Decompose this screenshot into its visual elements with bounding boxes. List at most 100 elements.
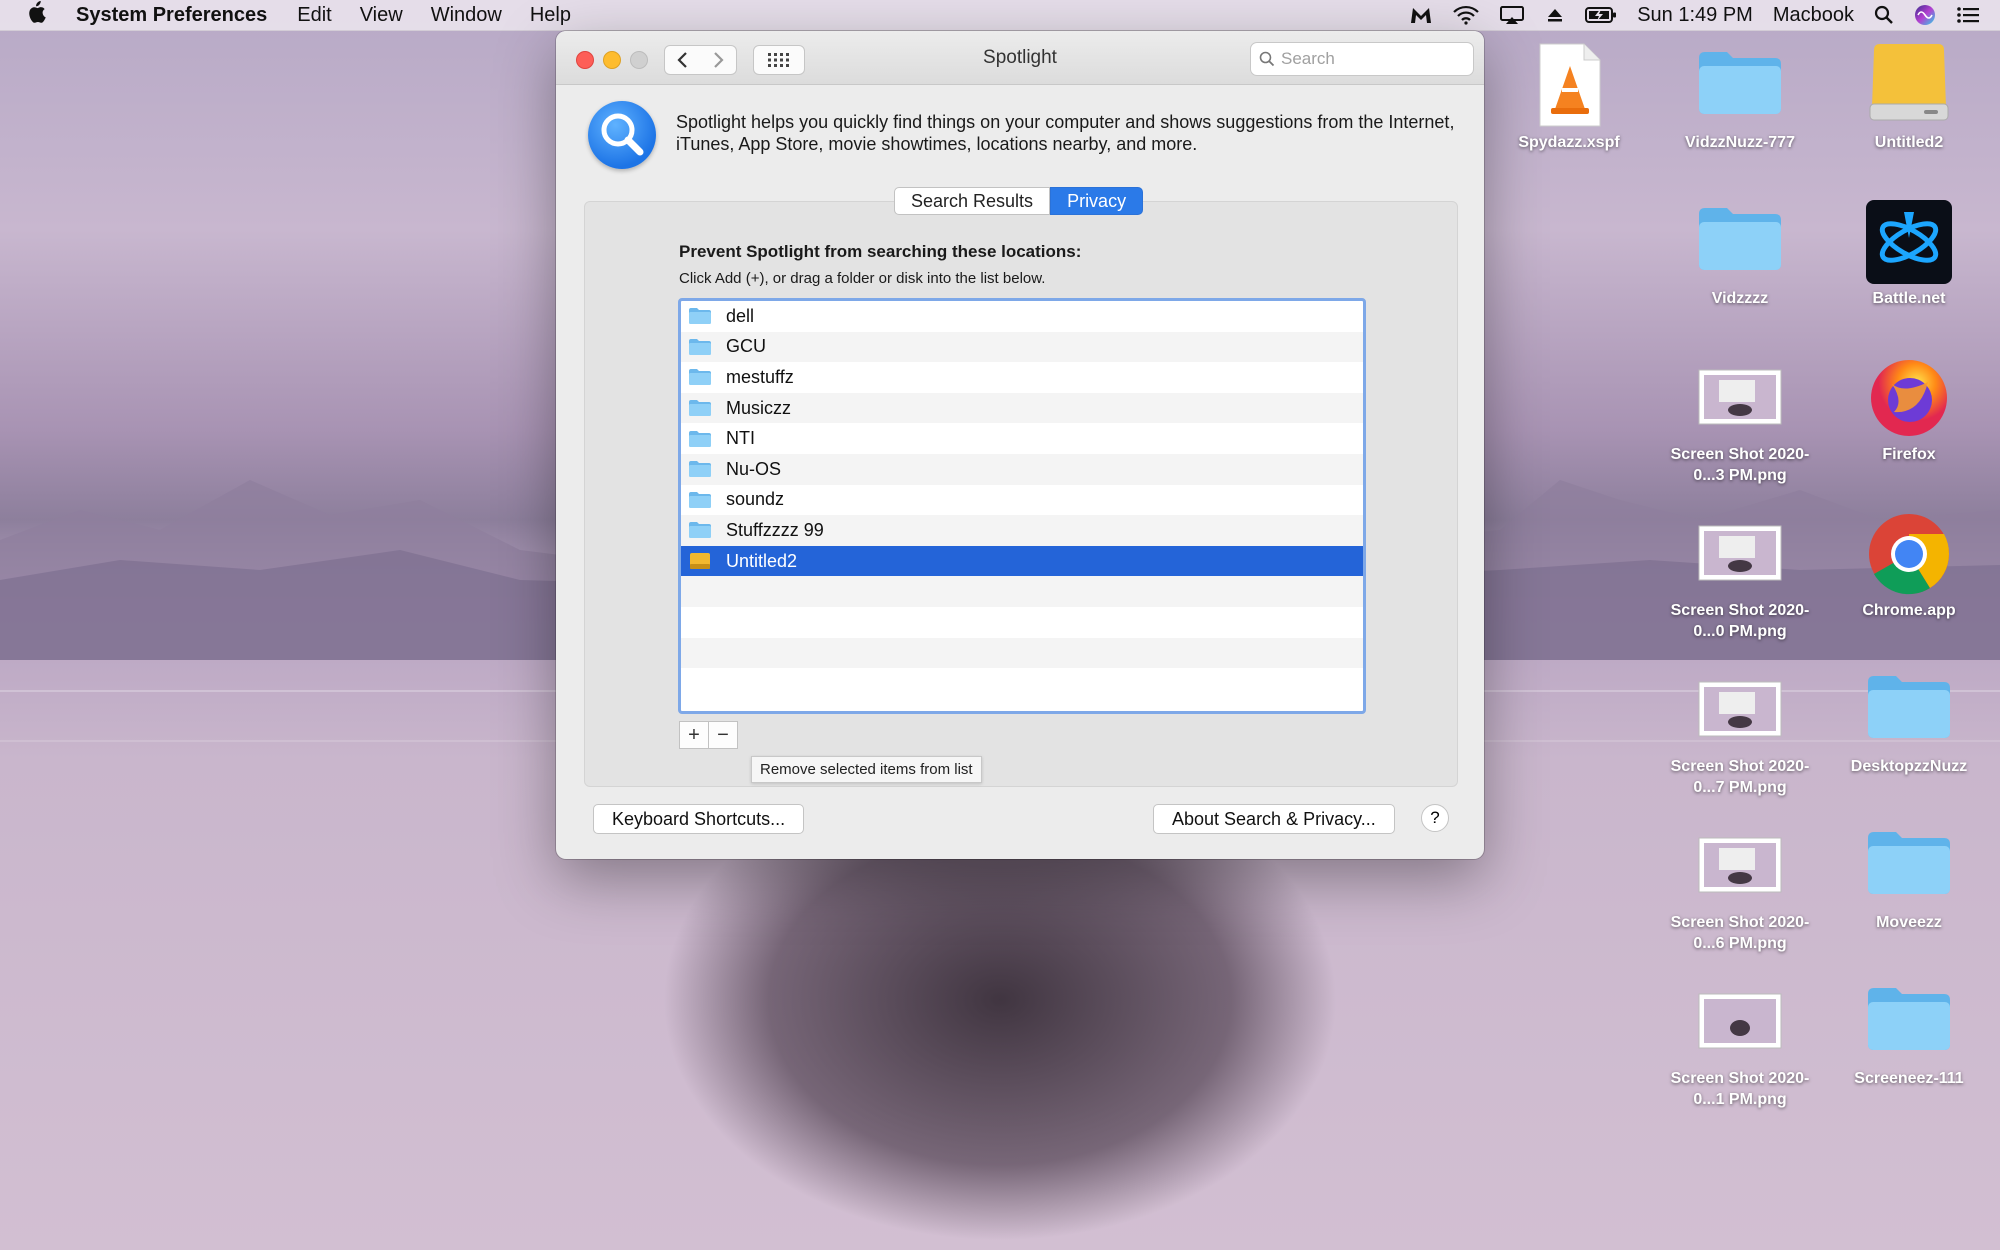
list-item[interactable]: soundz [681,485,1363,516]
desktop-icon-label: Battle.net [1872,290,1946,307]
desktop-icon-label: Vidzzzz [1711,290,1769,307]
remove-location-button[interactable]: − [709,721,738,749]
list-item[interactable]: NTI [681,423,1363,454]
spotlight-preferences-window: Spotlight Spotlight helps you quickly fi… [556,31,1484,859]
menubar-clock[interactable]: Sun 1:49 PM [1637,4,1753,27]
folder-icon [1695,42,1785,122]
privacy-subtitle: Click Add (+), or drag a folder or disk … [679,270,1046,287]
xspf-file-icon [1524,42,1614,127]
search-icon [1259,51,1275,67]
tab-bar: Search Results Privacy [894,187,1144,215]
folder-icon [689,430,711,447]
tab-search-results[interactable]: Search Results [894,187,1051,215]
menu-bar: System Preferences Edit View Window Help… [0,0,2000,31]
desktop-icon-screenshot[interactable]: Screen Shot 2020-0...1 PM.png [1660,978,1820,1110]
screenshot-thumbnail-icon [1695,354,1785,434]
desktop-icon-desktopzznuzz[interactable]: DesktopzzNuzz [1829,666,1989,777]
menu-edit[interactable]: Edit [297,4,331,27]
desktop-icon-label: Moveezz [1876,914,1942,931]
list-item[interactable]: GCU [681,331,1363,363]
list-item[interactable]: Stuffzzzz 99 [681,515,1363,546]
desktop-icon-screenshot[interactable]: Screen Shot 2020-0...0 PM.png [1660,510,1820,642]
folder-icon [689,338,711,355]
desktop-icon-label: VidzzNuzz-777 [1685,134,1795,151]
folder-icon [689,461,711,478]
empty-row [681,576,1363,607]
apple-menu-icon[interactable] [26,1,54,29]
list-item-label: mestuffz [726,366,794,387]
about-search-privacy-button[interactable]: About Search & Privacy... [1153,804,1395,834]
search-input[interactable] [1279,48,1453,70]
desktop-icon-vidzzzz[interactable]: Vidzzzz [1660,198,1820,309]
folder-icon [689,308,711,325]
list-item-label: Musiczz [726,397,792,418]
folder-icon [689,369,711,386]
desktop-icon-screenshot[interactable]: Screen Shot 2020-0...6 PM.png [1660,822,1820,954]
desktop-icon-battlenet[interactable]: Battle.net [1829,198,1989,309]
add-remove-controls: + − [679,721,738,749]
desktop-icon-label: Screen Shot 2020-0...1 PM.png [1670,1070,1810,1108]
desktop-icon-moveezz[interactable]: Moveezz [1829,822,1989,933]
malwarebytes-icon[interactable] [1409,5,1433,25]
desktop-icon-label: Untitled2 [1874,134,1944,151]
list-item[interactable]: mestuffz [681,362,1363,393]
menu-help[interactable]: Help [530,4,571,27]
desktop-icon-chrome[interactable]: Chrome.app [1829,510,1989,621]
desktop-icon-label: DesktopzzNuzz [1850,758,1968,775]
list-item-label: Nu-OS [726,458,782,479]
list-item-label: dell [726,305,755,326]
folder-icon [1695,198,1785,278]
screenshot-thumbnail-icon [1695,822,1785,902]
menubar-user[interactable]: Macbook [1773,4,1854,27]
list-item-label: Stuffzzzz 99 [726,519,824,540]
window-titlebar[interactable]: Spotlight [556,31,1484,85]
screenshot-thumbnail-icon [1695,510,1785,590]
excluded-locations-list[interactable]: dell GCU mestuffz Musiczz NTI Nu-OS soun… [678,298,1366,714]
siri-icon[interactable] [1914,4,1936,26]
desktop-icon-spydazz[interactable]: Spydazz.xspf [1489,42,1649,153]
list-item[interactable]: Nu-OS [681,453,1363,485]
desktop-icon-screenshot[interactable]: Screen Shot 2020-0...3 PM.png [1660,354,1820,486]
help-button[interactable]: ? [1421,804,1449,832]
desktop-icon-firefox[interactable]: Firefox [1829,354,1989,465]
eject-icon[interactable] [1545,5,1565,25]
spotlight-logo-icon [588,101,656,169]
menu-view[interactable]: View [360,4,403,27]
list-item[interactable]: dell [681,301,1363,332]
empty-row [681,607,1363,638]
notification-center-icon[interactable] [1956,5,1980,25]
battery-charging-icon[interactable] [1585,5,1617,25]
desktop-icon-label: Chrome.app [1862,602,1956,619]
desktop-icon-label: Screen Shot 2020-0...6 PM.png [1670,914,1810,952]
desktop-icon-label: Firefox [1882,446,1936,463]
privacy-title: Prevent Spotlight from searching these l… [679,242,1082,261]
desktop-icon-label: Screen Shot 2020-0...3 PM.png [1670,446,1810,484]
list-item-label: GCU [726,336,766,357]
desktop-icon-untitled2[interactable]: Untitled2 [1829,42,1989,153]
preferences-search-field[interactable] [1250,42,1474,76]
menu-app-name[interactable]: System Preferences [76,4,267,27]
folder-icon [1864,978,1954,1058]
list-item[interactable]: Musiczz [681,392,1363,424]
airplay-icon[interactable] [1499,5,1525,25]
add-location-button[interactable]: + [679,721,709,749]
desktop-icon-label: Spydazz.xspf [1518,134,1620,151]
tab-privacy[interactable]: Privacy [1050,187,1144,215]
desktop-icon-screenshot[interactable]: Screen Shot 2020-0...7 PM.png [1660,666,1820,798]
menu-window[interactable]: Window [431,4,502,27]
disk-icon [690,553,710,570]
list-item-label: NTI [726,428,755,449]
desktop-icon-vidzznuzz[interactable]: VidzzNuzz-777 [1660,42,1820,153]
keyboard-shortcuts-button[interactable]: Keyboard Shortcuts... [593,804,805,834]
folder-icon [1864,666,1954,746]
folder-icon [689,522,711,539]
desktop-icon-screeneez[interactable]: Screeneez-111 [1829,978,1989,1089]
list-item-label: Untitled2 [726,550,798,571]
list-item-selected[interactable]: Untitled2 [681,545,1363,577]
folder-icon [689,491,711,508]
folder-icon [1864,822,1954,902]
wifi-icon[interactable] [1453,5,1479,25]
privacy-panel: Prevent Spotlight from searching these l… [584,201,1458,787]
spotlight-search-icon[interactable] [1874,5,1894,25]
menu-extras: Sun 1:49 PM Macbook [1409,0,2000,30]
